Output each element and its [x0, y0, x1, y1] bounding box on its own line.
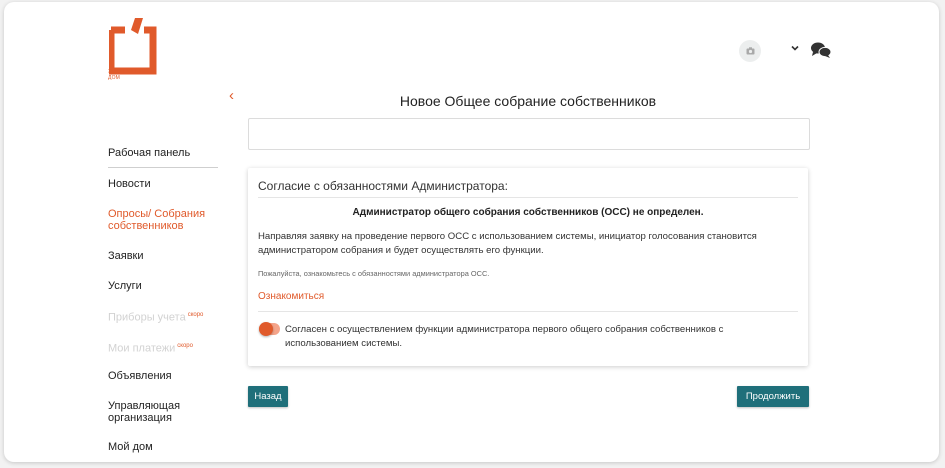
- admin-notice: Администратор общего собрания собственни…: [352, 207, 704, 218]
- logo-text: ЭЛЕКТРОННЫЙ ДОМ: [108, 69, 149, 81]
- read-duties-link[interactable]: Ознакомиться: [258, 291, 324, 302]
- sidebar-item-meters: Приборы учета скоро: [108, 309, 224, 324]
- sidebar-item-payments: Мои платежи скоро: [108, 340, 224, 355]
- sidebar-item-label: Мои платежи: [108, 342, 176, 355]
- soon-badge: скоро: [187, 312, 204, 318]
- collapse-sidebar-icon[interactable]: ‹: [229, 88, 234, 104]
- soon-badge: скоро: [177, 343, 193, 349]
- continue-button[interactable]: Продолжить: [737, 386, 809, 407]
- sidebar-item-label: Приборы учета: [108, 311, 186, 324]
- divider: [258, 311, 798, 312]
- sidebar-item-announcements[interactable]: Объявления: [108, 370, 224, 382]
- card-header: Согласие с обязанностями Администратора:: [258, 179, 508, 193]
- logo[interactable]: [107, 16, 159, 76]
- sidebar-item-requests[interactable]: Заявки: [108, 250, 224, 262]
- logo-mark-icon: [107, 18, 157, 75]
- admin-paragraph: Направляя заявку на проведение первого О…: [258, 231, 757, 256]
- chevron-down-icon[interactable]: [790, 43, 800, 53]
- page-title: Новое Общее собрание собственников: [399, 93, 657, 109]
- admin-consent-card: Согласие с обязанностями Администратора:…: [248, 168, 808, 366]
- meeting-title-field[interactable]: [248, 118, 810, 150]
- sidebar-item-news[interactable]: Новости: [108, 178, 224, 190]
- consent-toggle[interactable]: [259, 322, 280, 336]
- back-button[interactable]: Назад: [248, 386, 288, 407]
- app-window: ЭЛЕКТРОННЫЙ ДОМ ‹ Рабочая панель Новости…: [4, 2, 939, 462]
- camera-icon: [746, 47, 754, 55]
- admin-small-note: Пожалуйста, ознакомьтесь с обязанностями…: [258, 269, 490, 278]
- divider: [258, 197, 798, 198]
- toggle-knob: [259, 322, 273, 336]
- sidebar-divider: [108, 167, 218, 168]
- sidebar-item-management[interactable]: Управляющая организация: [108, 400, 198, 424]
- sidebar-item-polls[interactable]: Опросы/ Собрания собственников: [108, 208, 224, 232]
- consent-label: Согласен с осуществлением функции админи…: [285, 324, 724, 349]
- sidebar-item-services[interactable]: Услуги: [108, 280, 224, 292]
- camera-button[interactable]: [739, 40, 761, 62]
- sidebar-item-dashboard[interactable]: Рабочая панель: [108, 147, 224, 159]
- chat-icon[interactable]: [810, 41, 832, 59]
- sidebar-item-my-house[interactable]: Мой дом: [108, 441, 224, 453]
